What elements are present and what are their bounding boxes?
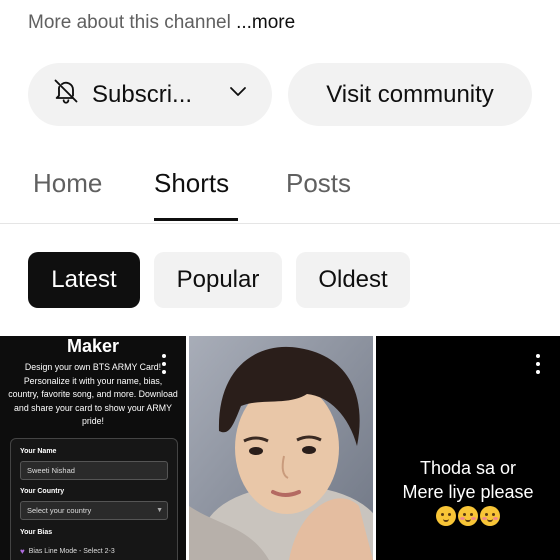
emoji-row xyxy=(376,506,560,526)
card-form-preview: Your Name Sweeti Nishad Your Country Sel… xyxy=(10,438,178,560)
portrait-photo xyxy=(189,336,373,560)
caption-line: Thoda sa or xyxy=(419,458,517,478)
kissing-face-icon xyxy=(480,506,500,526)
bias-option: ♥ Bias Line Mode - Select 2-3 xyxy=(20,547,115,556)
sort-chips: Latest Popular Oldest xyxy=(28,252,410,308)
caret-down-icon: ▼ xyxy=(156,507,163,514)
short-description: Design your own BTS ARMY Card! Personali… xyxy=(8,362,178,426)
bias-option-label: Bias Line Mode - Select 2-3 xyxy=(28,548,115,555)
pleading-face-icon xyxy=(436,506,456,526)
more-options-icon[interactable] xyxy=(162,354,166,374)
short-thumbnail[interactable]: Maker Design your own BTS ARMY Card! Per… xyxy=(0,336,186,560)
purple-heart-icon: ♥ xyxy=(20,547,25,556)
country-placeholder: Select your country xyxy=(27,506,92,515)
caption-line: Mere liye please xyxy=(402,482,534,502)
shorts-grid: Maker Design your own BTS ARMY Card! Per… xyxy=(0,336,560,560)
tab-posts[interactable]: Posts xyxy=(286,168,351,199)
bell-off-icon xyxy=(52,77,80,112)
country-select: Select your country ▼ xyxy=(20,501,168,520)
channel-description-text: More about this channel xyxy=(28,12,237,33)
short-thumbnail[interactable] xyxy=(189,336,373,560)
more-options-icon[interactable] xyxy=(536,354,540,374)
tab-shorts[interactable]: Shorts xyxy=(154,168,229,199)
active-tab-indicator xyxy=(154,218,238,221)
subscribed-button[interactable]: Subscri... xyxy=(28,63,272,126)
chip-oldest[interactable]: Oldest xyxy=(296,252,410,308)
channel-actions: Subscri... Visit community xyxy=(28,63,532,126)
more-link[interactable]: ...more xyxy=(236,12,295,33)
visit-community-button[interactable]: Visit community xyxy=(288,63,532,126)
smiling-face-with-hearts-icon xyxy=(458,506,478,526)
short-thumbnail[interactable]: Thoda sa or Mere liye please xyxy=(376,336,560,560)
name-field: Sweeti Nishad xyxy=(20,461,168,480)
name-field-label: Your Name xyxy=(20,448,57,455)
chip-latest[interactable]: Latest xyxy=(28,252,140,308)
channel-tabs: Home Shorts Posts xyxy=(0,160,560,224)
chevron-down-icon xyxy=(226,79,250,110)
bias-field-label: Your Bias xyxy=(20,529,53,536)
short-heading: Maker xyxy=(66,336,120,356)
tab-home[interactable]: Home xyxy=(33,168,102,199)
subscribe-label: Subscri... xyxy=(92,80,193,108)
chip-popular[interactable]: Popular xyxy=(154,252,282,308)
channel-description[interactable]: More about this channel ...more xyxy=(28,12,295,34)
short-caption: Thoda sa or Mere liye please xyxy=(376,456,560,504)
country-field-label: Your Country xyxy=(20,488,65,495)
